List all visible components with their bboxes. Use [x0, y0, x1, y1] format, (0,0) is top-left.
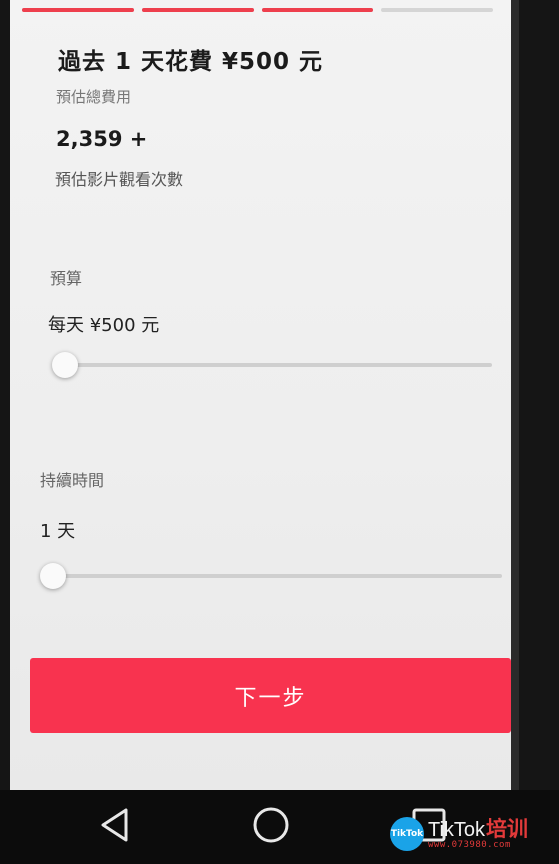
- budget-value: 每天 ¥500 元: [48, 315, 160, 336]
- spend-title: 過去 1 天花費 ¥500 元: [58, 49, 324, 75]
- back-triangle-icon: [98, 806, 132, 848]
- budget-slider-thumb[interactable]: [52, 352, 78, 378]
- next-button[interactable]: 下一步: [30, 658, 511, 733]
- estimated-views-value: 2,359 +: [56, 127, 148, 151]
- progress-step-3: [261, 8, 374, 12]
- progress-steps: [22, 8, 493, 12]
- progress-step-fill: [22, 8, 134, 12]
- estimated-views-label: 預估影片觀看次數: [55, 170, 184, 189]
- progress-step-4: [381, 8, 493, 12]
- duration-slider[interactable]: [40, 563, 502, 589]
- watermark-url: www.073980.com: [428, 839, 511, 850]
- progress-step-1: [22, 8, 134, 12]
- progress-step-fill: [141, 8, 254, 12]
- watermark-logo: TikTok: [390, 817, 424, 851]
- watermark-text: TikTok 培训 www.073980.com: [428, 816, 529, 850]
- budget-slider[interactable]: [52, 352, 492, 378]
- home-circle-icon: [251, 805, 291, 849]
- duration-value: 1 天: [40, 521, 76, 542]
- budget-slider-track: [52, 363, 492, 367]
- progress-step-2: [141, 8, 254, 12]
- spend-subtitle: 預估總費用: [56, 88, 132, 106]
- back-button[interactable]: [90, 802, 140, 852]
- duration-label: 持續時間: [40, 471, 105, 490]
- watermark-brand-en: TikTok: [428, 818, 486, 841]
- watermark-brand: TikTok 培训: [428, 816, 529, 841]
- watermark-brand-cn: 培训: [486, 816, 529, 841]
- watermark: TikTok TikTok 培训 www.073980.com: [390, 812, 559, 856]
- duration-slider-thumb[interactable]: [40, 563, 66, 589]
- phone-screen: 過去 1 天花費 ¥500 元 預估總費用 2,359 + 預估影片觀看次數 預…: [10, 0, 519, 790]
- home-button[interactable]: [246, 802, 296, 852]
- budget-label: 預算: [50, 269, 83, 288]
- duration-slider-track: [40, 574, 502, 578]
- progress-step-fill: [261, 8, 374, 12]
